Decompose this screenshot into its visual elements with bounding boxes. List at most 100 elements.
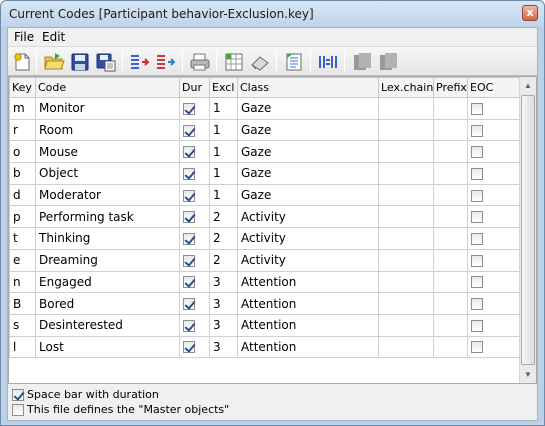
cell-code[interactable]: Lost <box>35 335 180 359</box>
header-prefix[interactable]: Prefix <box>433 77 468 98</box>
cell-excl[interactable]: 2 <box>209 205 238 229</box>
cell-class[interactable]: Gaze <box>237 140 379 164</box>
import-button[interactable] <box>128 50 152 74</box>
cell-code[interactable]: Engaged <box>35 270 180 294</box>
cell-key[interactable]: r <box>9 118 36 142</box>
cell-prefix[interactable] <box>433 140 468 164</box>
master-objects-checkbox[interactable] <box>12 403 24 416</box>
cell-lex-chain[interactable] <box>378 162 434 185</box>
cell-code[interactable]: Room <box>35 118 180 142</box>
eoc-checkbox[interactable] <box>471 319 483 332</box>
cell-eoc[interactable] <box>467 292 521 315</box>
header-eoc[interactable]: EOC <box>467 77 521 98</box>
cell-key[interactable]: l <box>9 335 36 359</box>
cell-key[interactable]: o <box>9 140 36 164</box>
table-row[interactable]: m Monitor 1 Gaze <box>9 97 521 120</box>
paste-button[interactable] <box>376 50 400 74</box>
cell-eoc[interactable] <box>467 313 521 337</box>
cell-key[interactable]: e <box>9 248 36 272</box>
dur-checkbox[interactable] <box>183 102 195 115</box>
cell-prefix[interactable] <box>433 205 468 229</box>
cell-dur[interactable] <box>179 292 210 315</box>
table-row[interactable]: e Dreaming 2 Activity <box>9 248 521 272</box>
save-button[interactable] <box>68 50 92 74</box>
cell-eoc[interactable] <box>467 140 521 164</box>
header-excl[interactable]: Excl <box>209 77 238 98</box>
cell-eoc[interactable] <box>467 97 521 120</box>
cell-lex-chain[interactable] <box>378 270 434 294</box>
export-button[interactable] <box>154 50 178 74</box>
cell-lex-chain[interactable] <box>378 205 434 229</box>
cell-key[interactable]: s <box>9 313 36 337</box>
cell-class[interactable]: Attention <box>237 270 379 294</box>
cell-class[interactable]: Attention <box>237 335 379 359</box>
cell-key[interactable]: m <box>9 97 36 120</box>
cell-code[interactable]: Object <box>35 162 180 185</box>
cell-code[interactable]: Mouse <box>35 140 180 164</box>
table-row[interactable]: p Performing task 2 Activity <box>9 205 521 229</box>
dur-checkbox[interactable] <box>183 341 195 354</box>
table-row[interactable]: t Thinking 2 Activity <box>9 227 521 250</box>
cell-code[interactable]: Thinking <box>35 227 180 250</box>
cell-prefix[interactable] <box>433 313 468 337</box>
cell-excl[interactable]: 1 <box>209 183 238 207</box>
columns-button[interactable] <box>316 50 340 74</box>
space-bar-checkbox[interactable] <box>12 388 24 401</box>
cell-dur[interactable] <box>179 97 210 120</box>
cell-class[interactable]: Attention <box>237 313 379 337</box>
header-code[interactable]: Code <box>35 77 180 98</box>
cell-dur[interactable] <box>179 118 210 142</box>
eoc-checkbox[interactable] <box>471 276 483 289</box>
scroll-thumb[interactable] <box>521 95 535 365</box>
cell-code[interactable]: Performing task <box>35 205 180 229</box>
cell-lex-chain[interactable] <box>378 248 434 272</box>
dur-checkbox[interactable] <box>183 124 195 137</box>
cell-eoc[interactable] <box>467 118 521 142</box>
cell-eoc[interactable] <box>467 335 521 359</box>
cell-eoc[interactable] <box>467 270 521 294</box>
cell-class[interactable]: Gaze <box>237 183 379 207</box>
open-button[interactable] <box>42 50 66 74</box>
cell-prefix[interactable] <box>433 270 468 294</box>
spreadsheet-button[interactable] <box>222 50 246 74</box>
cell-dur[interactable] <box>179 248 210 272</box>
eoc-checkbox[interactable] <box>471 167 483 180</box>
dur-checkbox[interactable] <box>183 167 195 180</box>
cell-dur[interactable] <box>179 140 210 164</box>
copy-button[interactable] <box>350 50 374 74</box>
edit-list-button[interactable] <box>282 50 306 74</box>
scroll-up-icon[interactable]: ▲ <box>520 77 536 94</box>
header-dur[interactable]: Dur <box>179 77 210 98</box>
cell-key[interactable]: t <box>9 227 36 250</box>
cell-prefix[interactable] <box>433 118 468 142</box>
table-row[interactable]: s Desinterested 3 Attention <box>9 313 521 337</box>
menu-file[interactable]: File <box>14 30 34 44</box>
cell-dur[interactable] <box>179 227 210 250</box>
dur-checkbox[interactable] <box>183 254 195 267</box>
cell-eoc[interactable] <box>467 248 521 272</box>
eoc-checkbox[interactable] <box>471 189 483 202</box>
dur-checkbox[interactable] <box>183 276 195 289</box>
cell-excl[interactable]: 1 <box>209 140 238 164</box>
cell-code[interactable]: Moderator <box>35 183 180 207</box>
scroll-down-icon[interactable]: ▼ <box>520 366 536 383</box>
cell-class[interactable]: Gaze <box>237 118 379 142</box>
eoc-checkbox[interactable] <box>471 232 483 245</box>
cell-dur[interactable] <box>179 270 210 294</box>
cell-dur[interactable] <box>179 162 210 185</box>
cell-class[interactable]: Gaze <box>237 162 379 185</box>
cell-excl[interactable]: 1 <box>209 97 238 120</box>
table-row[interactable]: d Moderator 1 Gaze <box>9 183 521 207</box>
cell-excl[interactable]: 2 <box>209 248 238 272</box>
cell-class[interactable]: Activity <box>237 248 379 272</box>
print-button[interactable] <box>188 50 212 74</box>
cell-key[interactable]: p <box>9 205 36 229</box>
table-row[interactable]: r Room 1 Gaze <box>9 118 521 142</box>
cell-lex-chain[interactable] <box>378 292 434 315</box>
dur-checkbox[interactable] <box>183 189 195 202</box>
cell-excl[interactable]: 1 <box>209 118 238 142</box>
cell-key[interactable]: b <box>9 162 36 185</box>
cell-prefix[interactable] <box>433 292 468 315</box>
dur-checkbox[interactable] <box>183 319 195 332</box>
cell-dur[interactable] <box>179 205 210 229</box>
